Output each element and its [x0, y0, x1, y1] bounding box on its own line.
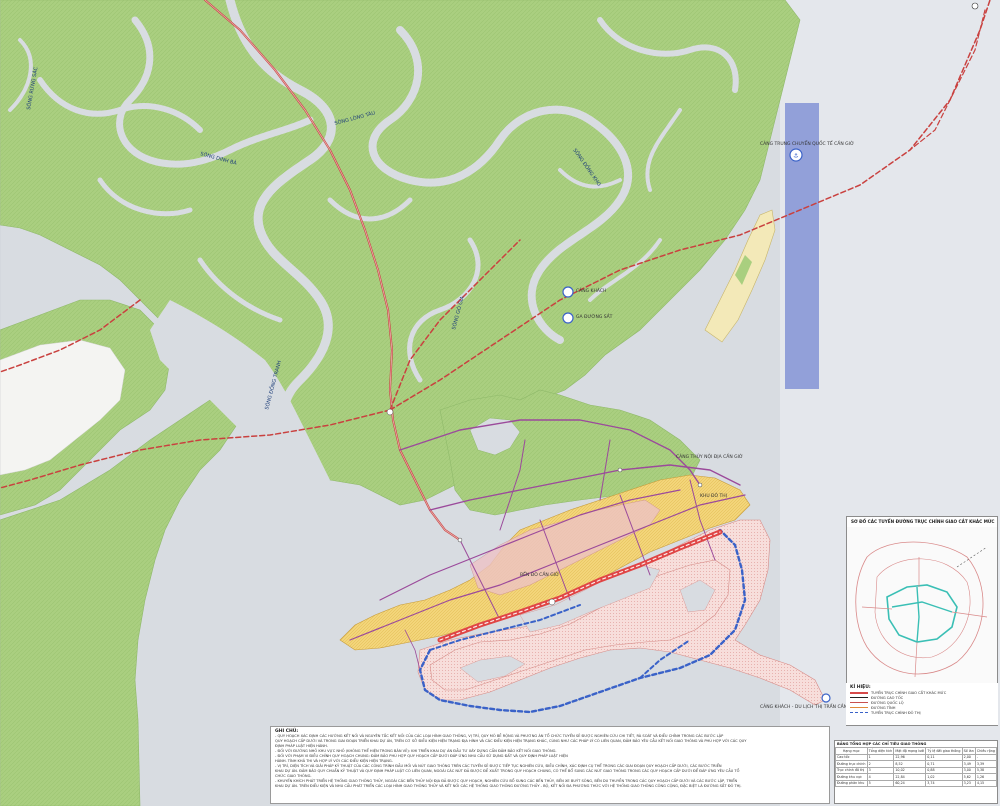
legend-item-label: ĐƯỜNG QUỐC LỘ: [871, 700, 904, 705]
table-row: Đường phân khu 5 60,24 3,74 3,23 4,15: [835, 779, 998, 787]
table-cell: 3,74: [925, 779, 963, 787]
table-cell: 60,24: [893, 779, 927, 787]
legend-item-label: TUYẾN TRỤC CHÍNH ĐÔ THỊ: [871, 710, 921, 715]
summary-table: BẢNG TỔNG HỢP CÁC CHỈ TIÊU GIAO THÔNG Hạ…: [834, 740, 998, 804]
inset-diagram: [847, 527, 997, 687]
table-cell: 3,23: [961, 779, 976, 787]
notes-line: KHAI DỰ ÁN. TRÊN ĐIỀU KIỆN VÀ NHU CẦU PH…: [275, 784, 742, 788]
table-cell: 4,15: [974, 779, 998, 787]
north-arrow: [971, 2, 979, 10]
table-cell: 5: [866, 779, 895, 787]
legend-item-label: ĐƯỜNG TỈNH: [871, 705, 896, 710]
map-legend: KÍ HIỆU: TUYẾN TRỤC CHÍNH GIAO CẮT KHÁC …: [846, 683, 998, 725]
label-town-2: KHU ĐÔ THỊ: [700, 492, 727, 499]
legend-item-label: ĐƯỜNG CAO TỐC: [871, 695, 904, 700]
svg-text:⚓: ⚓: [793, 153, 798, 160]
inset-title: SƠ ĐỒ CÁC TUYẾN ĐƯỜNG TRỤC CHÍNH GIAO CẮ…: [851, 519, 995, 524]
legend-item-label: TUYẾN TRỤC CHÍNH GIAO CẮT KHÁC MỨC: [871, 690, 947, 695]
table-cell: Đường phân khu: [835, 779, 868, 787]
notes-panel: GHI CHÚ: - QUY HOẠCH XÁC ĐỊNH CÁC HƯỚNG …: [270, 726, 830, 804]
notes-line: QUY HOẠCH CẤP DƯỚI VÀ TRONG GIAI ĐOẠN TR…: [275, 739, 747, 743]
legend-item: TUYẾN TRỤC CHÍNH ĐÔ THỊ: [850, 710, 994, 715]
